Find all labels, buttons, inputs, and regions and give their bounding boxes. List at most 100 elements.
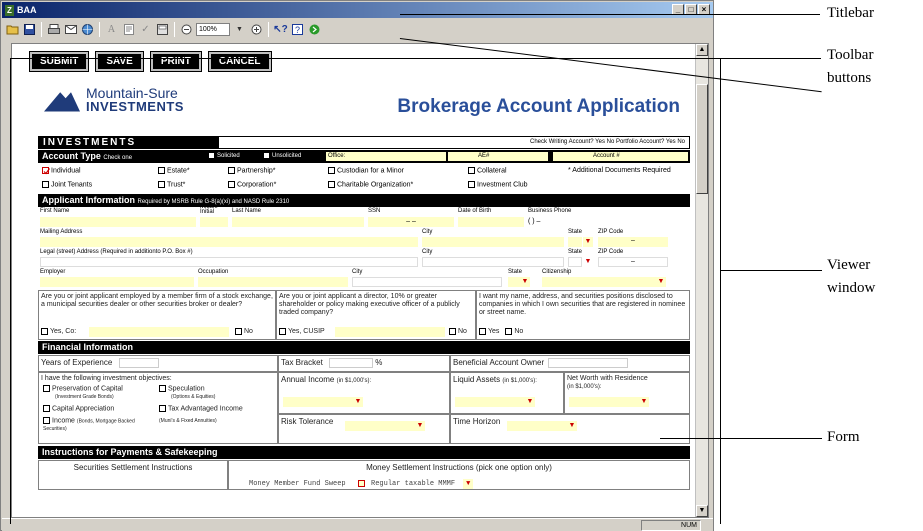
- cusip-field[interactable]: [335, 327, 445, 337]
- print-button[interactable]: PRINT: [149, 51, 202, 72]
- mailing-address-field[interactable]: [40, 237, 418, 247]
- acct2-checkbox-1[interactable]: [158, 181, 165, 188]
- vertical-scrollbar[interactable]: ▲ ▼: [695, 44, 708, 517]
- legal-zip-field[interactable]: –: [598, 257, 668, 267]
- middle-initial-field[interactable]: [200, 217, 228, 227]
- income-checkbox[interactable]: [43, 417, 50, 424]
- tax-advantaged-checkbox[interactable]: [159, 405, 166, 412]
- acct2-checkbox-3[interactable]: [328, 181, 335, 188]
- zoom-in-icon[interactable]: [249, 22, 264, 37]
- unsolicited-checkbox[interactable]: [263, 152, 270, 159]
- scroll-down-arrow-icon[interactable]: ▼: [696, 505, 708, 517]
- q2-no-checkbox[interactable]: [449, 327, 456, 335]
- dob-field[interactable]: [458, 217, 524, 227]
- save-disk-icon[interactable]: [22, 22, 37, 37]
- employer-field[interactable]: [40, 277, 194, 287]
- liquid-assets-field[interactable]: [455, 397, 525, 407]
- zoom-dropdown-icon[interactable]: ▼: [232, 22, 247, 37]
- mailing-state-field[interactable]: [568, 237, 582, 247]
- beneficial-owner-field[interactable]: [548, 358, 629, 368]
- acct1-option-3[interactable]: Custodian for a Minor: [328, 167, 404, 174]
- zoom-out-icon[interactable]: [179, 22, 194, 37]
- time-horizon-field[interactable]: [507, 421, 567, 431]
- scroll-thumb[interactable]: [696, 84, 708, 194]
- net-worth-dropdown-icon[interactable]: ▼: [639, 397, 649, 407]
- legal-city-field[interactable]: [422, 257, 564, 267]
- titlebar[interactable]: Z BAA _ □ ×: [2, 2, 713, 18]
- print-icon[interactable]: [46, 22, 61, 37]
- mmf-sweep-option[interactable]: Money Member Fund Sweep: [249, 480, 346, 488]
- occupation-field[interactable]: [198, 277, 348, 287]
- regular-mmmf-option[interactable]: Regular taxable MMMF: [371, 480, 455, 488]
- acct2-option-1[interactable]: Trust*: [158, 181, 185, 188]
- help-icon[interactable]: ?: [290, 22, 305, 37]
- q1-company-field[interactable]: [89, 327, 229, 337]
- liquid-assets-dropdown-icon[interactable]: ▼: [525, 397, 535, 407]
- time-horizon-dropdown-icon[interactable]: ▼: [567, 421, 577, 431]
- capital-appreciation-checkbox[interactable]: [43, 405, 50, 412]
- email-icon[interactable]: [63, 22, 78, 37]
- acct2-checkbox-2[interactable]: [228, 181, 235, 188]
- acct2-option-2[interactable]: Corporation*: [228, 181, 276, 188]
- form-tool-icon[interactable]: [155, 22, 170, 37]
- select-text-icon[interactable]: [121, 22, 136, 37]
- acct2-checkbox-4[interactable]: [468, 181, 475, 188]
- acct1-checkbox-3[interactable]: [328, 167, 335, 174]
- citizenship-dropdown-icon[interactable]: ▼: [656, 277, 666, 287]
- speculation-checkbox[interactable]: [159, 385, 166, 392]
- office-field[interactable]: Office:: [326, 152, 446, 161]
- regular-mmmf-radio[interactable]: [357, 479, 365, 487]
- preservation-checkbox[interactable]: [43, 385, 50, 392]
- cancel-button[interactable]: CANCEL: [207, 51, 272, 72]
- acct2-checkbox-0[interactable]: [42, 181, 49, 188]
- mailing-city-field[interactable]: [422, 237, 564, 247]
- annual-income-dropdown-icon[interactable]: ▼: [353, 397, 363, 407]
- ae-field[interactable]: AE#: [448, 152, 548, 161]
- mailing-state-dropdown-icon[interactable]: ▼: [583, 237, 593, 247]
- acct1-option-2[interactable]: Partnership*: [228, 167, 276, 174]
- acct1-option-5[interactable]: * Additional Documents Required: [568, 167, 671, 174]
- mailing-zip-field[interactable]: –: [598, 237, 668, 247]
- solicited-checkbox[interactable]: [208, 152, 215, 159]
- submit-button[interactable]: SUBMIT: [28, 51, 90, 72]
- annual-income-field[interactable]: [283, 397, 353, 407]
- net-worth-field[interactable]: [569, 397, 639, 407]
- scroll-up-arrow-icon[interactable]: ▲: [696, 44, 708, 56]
- acct1-option-4[interactable]: Collateral: [468, 167, 507, 174]
- open-folder-icon[interactable]: [5, 22, 20, 37]
- legal-state-dropdown-icon[interactable]: ▼: [583, 257, 593, 267]
- q1-yes-checkbox[interactable]: [41, 327, 48, 335]
- account-number-field[interactable]: Account #: [553, 152, 688, 161]
- acct1-checkbox-1[interactable]: [158, 167, 165, 174]
- acct1-option-1[interactable]: Estate*: [158, 167, 190, 174]
- first-name-field[interactable]: [40, 217, 196, 227]
- years-experience-field[interactable]: [118, 358, 159, 368]
- legal-address-field[interactable]: [40, 257, 418, 267]
- q3-no-checkbox[interactable]: [505, 327, 513, 335]
- q1-no-checkbox[interactable]: [235, 327, 242, 335]
- q3-yes-checkbox[interactable]: [479, 327, 486, 335]
- zoom-select[interactable]: 100%: [196, 22, 230, 36]
- last-name-field[interactable]: [232, 217, 364, 227]
- risk-tolerance-dropdown-icon[interactable]: ▼: [415, 421, 425, 431]
- q2-yes-checkbox[interactable]: [279, 327, 286, 335]
- employer-state-dropdown-icon[interactable]: ▼: [520, 277, 530, 287]
- globe-icon[interactable]: [80, 22, 95, 37]
- employer-state-field[interactable]: [508, 277, 520, 287]
- check-tool-icon[interactable]: ✓: [138, 22, 153, 37]
- acct2-option-0[interactable]: Joint Tenants: [42, 181, 92, 188]
- risk-tolerance-field[interactable]: [345, 421, 415, 431]
- employer-city-field[interactable]: [352, 277, 502, 287]
- context-help-icon[interactable]: ↖?: [273, 22, 288, 37]
- text-tool-icon[interactable]: A: [104, 22, 119, 37]
- mmmf-dropdown-icon[interactable]: ▼: [463, 479, 474, 489]
- acct2-option-3[interactable]: Charitable Organization*: [328, 181, 413, 188]
- acct1-checkbox-0[interactable]: [42, 167, 50, 175]
- business-phone-field[interactable]: ( ) –: [528, 217, 598, 227]
- acct1-option-0[interactable]: Individual: [42, 167, 81, 175]
- viewer-window[interactable]: SUBMIT SAVE PRINT CANCEL Mountain-Sure I…: [11, 43, 709, 518]
- citizenship-field[interactable]: [542, 277, 656, 287]
- legal-state-field[interactable]: [568, 257, 582, 267]
- acct1-checkbox-4[interactable]: [468, 167, 475, 174]
- acct1-checkbox-2[interactable]: [228, 167, 235, 174]
